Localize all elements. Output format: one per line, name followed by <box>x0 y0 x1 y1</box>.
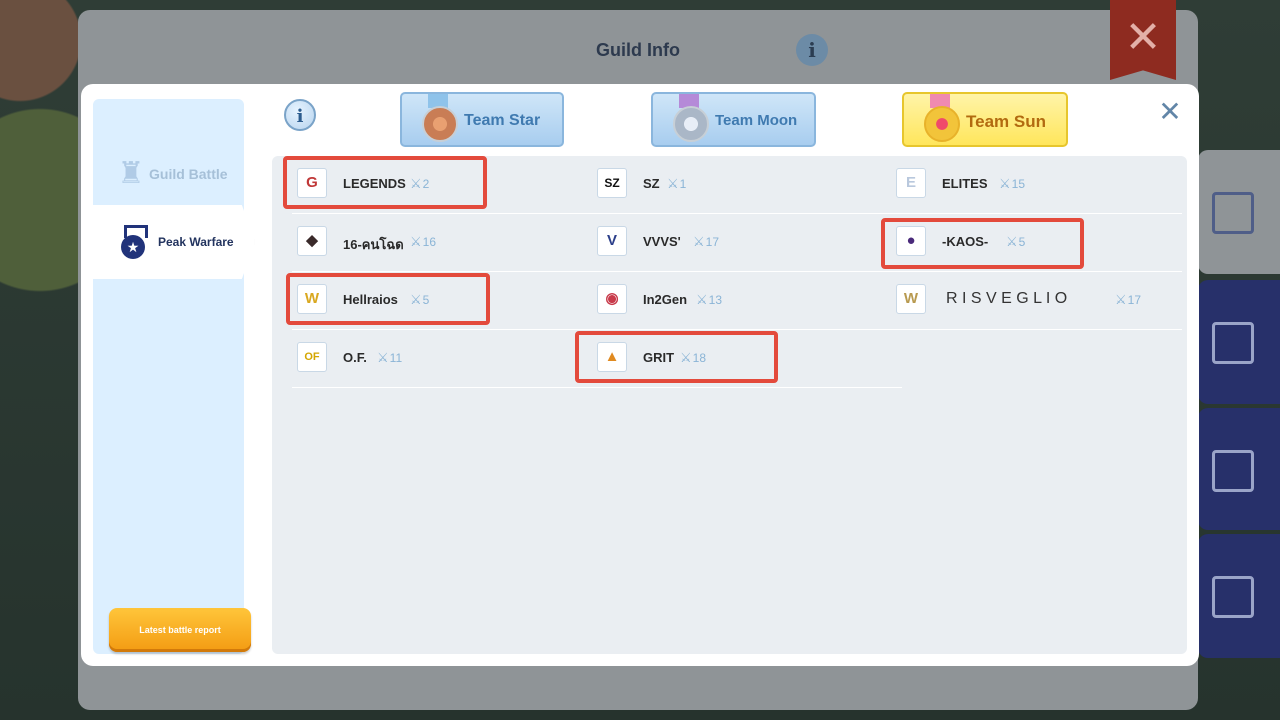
sidebar-item-guild-battle[interactable]: ♜ Guild Battle <box>113 157 253 193</box>
close-icon[interactable]: ✕ <box>1156 98 1184 126</box>
guild-name: In2Gen <box>643 292 688 307</box>
cross-icon <box>1212 450 1254 492</box>
bronze-medal-icon <box>420 94 458 146</box>
guild-name: R I S V E G L I O <box>946 290 1068 307</box>
guild-emblem-icon: OF <box>297 342 327 372</box>
castle-icon: ♜ <box>117 157 145 190</box>
info-icon[interactable]: i <box>284 99 316 131</box>
highlight-box <box>283 156 487 209</box>
edit-icon <box>1212 192 1254 234</box>
guild-emblem-icon: ◆ <box>297 226 327 256</box>
guild-info-close-icon[interactable]: ✕ <box>1110 0 1176 80</box>
medal-icon: ★ <box>119 225 148 261</box>
latest-battle-report-button[interactable]: Latest battle report <box>109 608 251 652</box>
crossed-swords-icon: ⚔ <box>696 292 708 307</box>
tab-team-sun[interactable]: Team Sun <box>902 92 1068 147</box>
guild-name: SZ <box>643 176 660 191</box>
guild-emblem-icon: W <box>896 284 926 314</box>
tab-team-moon[interactable]: Team Moon <box>651 92 816 147</box>
contacts-icon <box>1212 322 1254 364</box>
row-divider <box>292 387 902 388</box>
tab-label: Team Star <box>464 112 541 129</box>
guild-name: O.F. <box>343 350 367 365</box>
side-tab-edit[interactable] <box>1198 150 1280 274</box>
row-divider <box>292 329 1182 330</box>
peak-warfare-modal: ♜ Guild Battle Latest battle report ★ Pe… <box>81 84 1199 666</box>
guild-rank: ⚔17 <box>693 234 720 249</box>
side-tab-church[interactable] <box>1198 408 1280 530</box>
sidebar-item-peak-warfare[interactable]: ★ Peak Warfare <box>91 205 255 279</box>
crossed-swords-icon: ⚔ <box>410 234 422 249</box>
silver-medal-icon <box>671 94 709 146</box>
guild-rank: ⚔1 <box>667 176 687 191</box>
sidebar-item-label: Peak Warfare <box>158 235 234 249</box>
tab-label: Team Sun <box>966 112 1046 131</box>
guild-rank: ⚔15 <box>999 176 1026 191</box>
house-icon <box>1212 576 1254 618</box>
crossed-swords-icon: ⚔ <box>377 350 389 365</box>
guild-rank: ⚔17 <box>1115 292 1142 307</box>
guild-rank: ⚔11 <box>377 350 403 365</box>
guild-emblem-icon: V <box>597 226 627 256</box>
highlight-box <box>575 331 778 383</box>
crossed-swords-icon: ⚔ <box>999 176 1011 191</box>
sidebar: ♜ Guild Battle Latest battle report <box>93 99 251 654</box>
row-divider <box>292 271 1182 272</box>
gold-medal-icon <box>922 94 960 146</box>
crossed-swords-icon: ⚔ <box>1115 292 1127 307</box>
highlight-box <box>881 218 1084 269</box>
guild-name: ELITES <box>942 176 988 191</box>
guild-rank: ⚔13 <box>696 292 723 307</box>
side-tab-house[interactable] <box>1198 534 1280 658</box>
guild-name: 16-คนโฉด <box>343 237 404 252</box>
tab-label: Team Moon <box>715 112 798 129</box>
side-tab-members[interactable] <box>1198 280 1280 404</box>
guild-info-title: Guild Info <box>596 40 680 60</box>
guild-emblem-icon: E <box>896 168 926 198</box>
row-divider <box>292 213 1182 214</box>
guild-emblem-icon: SZ <box>597 168 627 198</box>
guild-info-info-icon[interactable]: i <box>796 34 828 66</box>
guild-rank: ⚔16 <box>410 234 437 249</box>
guild-name: VVVS' <box>643 234 681 249</box>
guild-emblem-icon: ◉ <box>597 284 627 314</box>
highlight-box <box>286 273 490 325</box>
tab-team-star[interactable]: Team Star <box>400 92 564 147</box>
sidebar-item-label: Guild Battle <box>149 166 228 182</box>
crossed-swords-icon: ⚔ <box>693 234 705 249</box>
crossed-swords-icon: ⚔ <box>667 176 679 191</box>
